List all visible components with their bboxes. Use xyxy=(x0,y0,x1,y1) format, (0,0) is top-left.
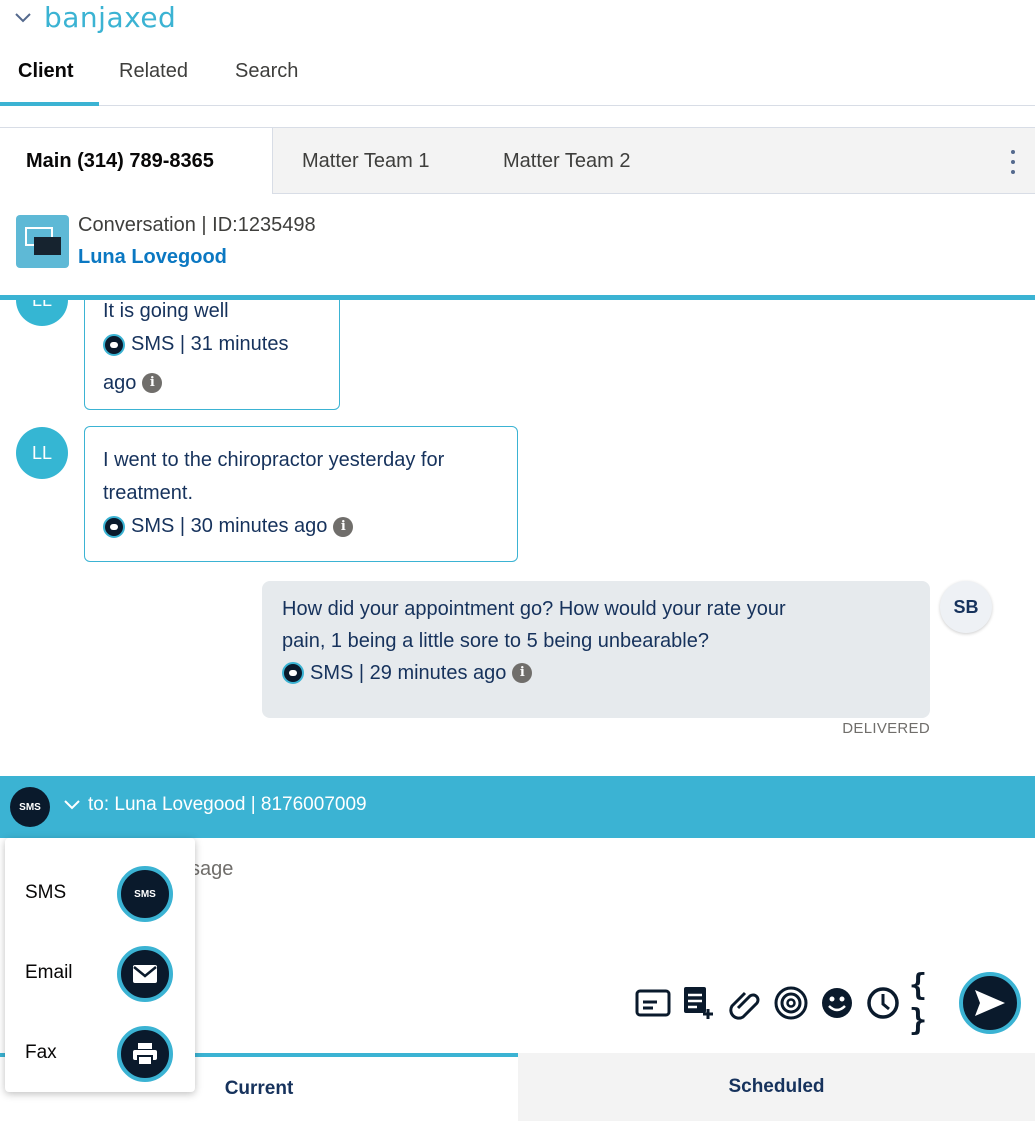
message-text: It is going well xyxy=(103,300,229,322)
message-meta: SMS | 30 minutes ago i xyxy=(103,510,354,543)
message-bubble: It is going well SMS | 31 minutes ago i xyxy=(84,300,340,410)
send-button[interactable] xyxy=(959,972,1021,1034)
conversation-title: Conversation | ID:1235498 xyxy=(78,214,316,236)
avatar: SB xyxy=(940,581,992,633)
delivery-status: DELIVERED xyxy=(842,720,930,737)
top-tabs: Client Related Search xyxy=(0,50,1035,106)
template-icon[interactable] xyxy=(633,983,673,1023)
paperclip-icon[interactable] xyxy=(725,983,765,1023)
message-text: I went to the chiropractor yesterday for xyxy=(103,449,445,471)
send-icon xyxy=(975,990,1005,1016)
active-tab-indicator xyxy=(0,102,99,106)
message-text: treatment. xyxy=(103,482,194,504)
message-text: pain, 1 being a little sore to 5 being u… xyxy=(282,630,709,652)
message-meta-time: ago xyxy=(103,371,137,394)
merge-field-icon[interactable]: { } xyxy=(909,968,953,1038)
info-icon[interactable]: i xyxy=(142,373,163,393)
menu-item-label: Fax xyxy=(25,1042,57,1063)
channel-menu: SMS SMS Email Fax xyxy=(5,838,195,1092)
avatar: LL xyxy=(16,427,68,479)
message-bubble: I went to the chiropractor yesterday for… xyxy=(84,426,518,562)
sms-icon: SMS xyxy=(117,866,173,922)
info-icon[interactable]: i xyxy=(333,516,354,537)
signature-icon[interactable] xyxy=(771,983,811,1023)
menu-item-sms[interactable]: SMS SMS xyxy=(5,846,195,926)
brand-header: banjaxed xyxy=(12,0,176,34)
emoji-icon[interactable] xyxy=(817,983,857,1023)
info-icon[interactable]: i xyxy=(512,663,533,683)
tab-scheduled[interactable]: Scheduled xyxy=(518,1053,1035,1121)
menu-item-fax[interactable]: Fax xyxy=(5,1006,195,1086)
recipient-text[interactable]: to: Luna Lovegood | 8176007009 xyxy=(88,794,367,816)
brand-logo: banjaxed xyxy=(44,0,177,34)
message-text: How did your appointment go? How would y… xyxy=(282,598,786,620)
sms-icon xyxy=(282,662,304,684)
tab-client[interactable]: Client xyxy=(18,60,74,83)
composer-toolbar: { } xyxy=(633,968,1021,1038)
tab-main-line[interactable]: Main (314) 789-8365 xyxy=(0,128,273,195)
menu-item-label: SMS xyxy=(25,882,67,903)
menu-item-email[interactable]: Email xyxy=(5,926,195,1006)
envelope-icon xyxy=(117,946,173,1002)
tab-matter-team-1[interactable]: Matter Team 1 xyxy=(302,128,429,195)
tab-matter-team-2[interactable]: Matter Team 2 xyxy=(503,128,630,195)
conversation-tabs: Main (314) 789-8365 Matter Team 1 Matter… xyxy=(0,127,1035,195)
sms-icon xyxy=(103,333,125,356)
tab-related[interactable]: Related xyxy=(119,60,188,83)
message-feed[interactable]: LL It is going well SMS | 31 minutes ago… xyxy=(0,300,1035,776)
compose-recipient-bar: SMS to: Luna Lovegood | 8176007009 xyxy=(0,776,1035,838)
more-options-icon[interactable] xyxy=(1003,150,1023,174)
conversation-header xyxy=(0,194,1035,296)
message-meta: SMS | 31 minutes xyxy=(103,328,288,361)
tab-search[interactable]: Search xyxy=(235,60,298,83)
printer-icon xyxy=(117,1026,173,1082)
add-note-icon[interactable] xyxy=(679,983,719,1023)
contact-name-link[interactable]: Luna Lovegood xyxy=(78,246,227,269)
menu-item-label: Email xyxy=(25,962,73,983)
message-bubble-outgoing: How did your appointment go? How would y… xyxy=(262,581,930,718)
clock-icon[interactable] xyxy=(863,983,903,1023)
sms-icon xyxy=(103,515,125,538)
message-meta: SMS | 29 minutes ago i xyxy=(282,657,533,689)
chevron-down-icon[interactable] xyxy=(62,795,82,815)
avatar: LL xyxy=(16,300,68,326)
channel-sms-icon[interactable]: SMS xyxy=(10,787,50,827)
collapse-chevron-icon[interactable] xyxy=(12,6,34,28)
conversation-icon xyxy=(16,215,69,268)
